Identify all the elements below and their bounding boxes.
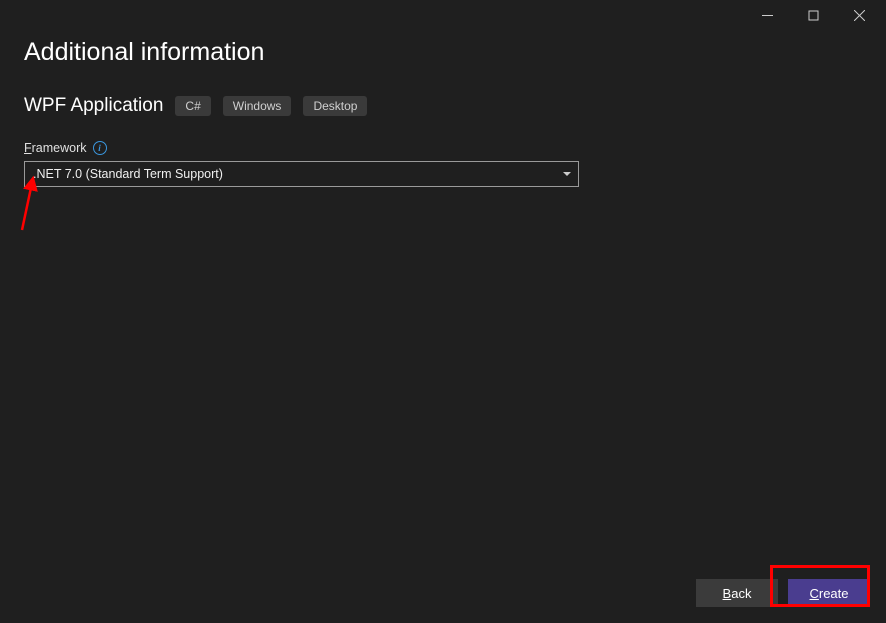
- page-title: Additional information: [24, 38, 862, 67]
- tag-windows: Windows: [223, 96, 292, 116]
- framework-label: Framework: [24, 141, 87, 155]
- info-icon[interactable]: i: [93, 141, 107, 155]
- minimize-button[interactable]: [744, 0, 790, 30]
- create-button[interactable]: Create: [788, 579, 870, 607]
- framework-select-wrap: .NET 7.0 (Standard Term Support): [24, 161, 579, 187]
- project-type-name: WPF Application: [24, 95, 163, 117]
- tag-csharp: C#: [175, 96, 210, 116]
- maximize-button[interactable]: [790, 0, 836, 30]
- back-button[interactable]: Back: [696, 579, 778, 607]
- tag-desktop: Desktop: [303, 96, 367, 116]
- project-type-row: WPF Application C# Windows Desktop: [24, 95, 862, 117]
- content-area: Additional information WPF Application C…: [0, 30, 886, 187]
- footer-buttons: Back Create: [696, 579, 870, 607]
- framework-select-value: .NET 7.0 (Standard Term Support): [33, 167, 223, 181]
- close-button[interactable]: [836, 0, 882, 30]
- framework-label-row: Framework i: [24, 141, 862, 155]
- window-titlebar: [0, 0, 886, 30]
- framework-select[interactable]: .NET 7.0 (Standard Term Support): [24, 161, 579, 187]
